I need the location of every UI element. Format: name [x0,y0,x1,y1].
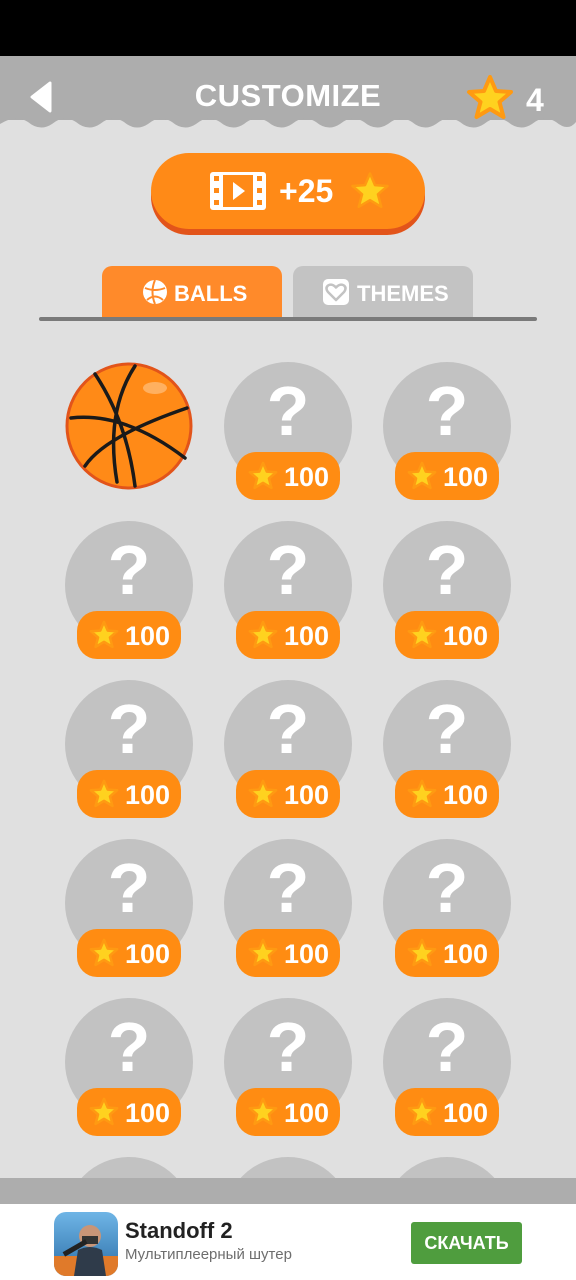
price-badge: 100 [395,611,499,659]
star-icon [248,461,278,490]
price-badge: 100 [77,611,181,659]
price-badge: 100 [77,770,181,818]
price-label: 100 [443,462,489,492]
price-label: 100 [443,939,489,969]
footer-bar [0,1178,576,1204]
star-icon [89,938,119,967]
star-icon [407,779,437,808]
question-mark-icon: ? [425,531,469,609]
star-icon [248,938,278,967]
ball-item-locked[interactable]: ? 100 [65,998,193,1136]
ball-item-locked[interactable]: ? 100 [224,998,352,1136]
ball-item-locked[interactable] [224,1157,352,1178]
question-mark-icon: ? [425,690,469,768]
star-icon [89,620,119,649]
star-icon [89,1097,119,1126]
locked-ball-circle [65,1157,193,1178]
locked-ball-circle [383,1157,511,1178]
question-mark-icon: ? [266,1008,310,1086]
ad-install-button[interactable]: СКАЧАТЬ [411,1222,522,1264]
question-mark-icon: ? [107,849,151,927]
star-icon [407,620,437,649]
ball-item-locked[interactable]: ? 100 [65,680,193,818]
price-label: 100 [443,1098,489,1128]
question-mark-icon: ? [107,531,151,609]
price-label: 100 [125,780,171,810]
question-mark-icon: ? [266,372,310,450]
ball-item-unlocked[interactable] [65,362,193,490]
ball-item-locked[interactable]: ? 100 [383,521,511,659]
price-badge: 100 [395,1088,499,1136]
ball-item-locked[interactable]: ? 100 [65,521,193,659]
price-badge: 100 [77,929,181,977]
price-label: 100 [443,621,489,651]
price-badge: 100 [236,1088,340,1136]
price-label: 100 [284,462,330,492]
star-icon [248,779,278,808]
question-mark-icon: ? [266,531,310,609]
ball-item-locked[interactable]: ? 100 [383,998,511,1136]
ball-item-locked[interactable]: ? 100 [224,839,352,977]
ball-item-locked[interactable]: ? 100 [224,521,352,659]
question-mark-icon: ? [425,1008,469,1086]
question-mark-icon: ? [266,849,310,927]
price-label: 100 [443,780,489,810]
question-mark-icon: ? [107,690,151,768]
ball-item-locked[interactable]: ? 100 [383,362,511,500]
ad-app-name: Standoff 2 [125,1218,233,1243]
question-mark-icon: ? [107,1008,151,1086]
price-badge: 100 [395,929,499,977]
ad-banner[interactable]: Standoff 2 Мультиплеерный шутер СКАЧАТЬ [0,1204,576,1280]
price-badge: 100 [395,452,499,500]
price-badge: 100 [236,611,340,659]
price-label: 100 [284,1098,330,1128]
ad-app-icon[interactable] [54,1212,118,1276]
price-badge: 100 [236,770,340,818]
ball-item-locked[interactable] [65,1157,193,1178]
star-icon [248,620,278,649]
star-icon [89,779,119,808]
ball-item-locked[interactable]: ? 100 [224,362,352,500]
question-mark-icon: ? [425,849,469,927]
price-label: 100 [125,621,171,651]
ball-item-locked[interactable]: ? 100 [383,680,511,818]
price-badge: 100 [77,1088,181,1136]
price-label: 100 [125,1098,171,1128]
star-icon [407,1097,437,1126]
ball-grid: ? 100 ? 100 ? 100 ? 100 ? 100 ? 100 ? 10… [0,0,576,1178]
star-icon [407,461,437,490]
star-icon [248,1097,278,1126]
star-icon [407,938,437,967]
question-mark-icon: ? [266,690,310,768]
question-mark-icon: ? [425,372,469,450]
ball-item-locked[interactable]: ? 100 [383,839,511,977]
price-label: 100 [284,621,330,651]
price-label: 100 [284,780,330,810]
price-label: 100 [125,939,171,969]
ball-item-locked[interactable]: ? 100 [65,839,193,977]
basketball-icon [65,362,193,490]
locked-ball-circle [224,1157,352,1178]
price-label: 100 [284,939,330,969]
price-badge: 100 [236,452,340,500]
ad-app-subtitle: Мультиплеерный шутер [125,1246,292,1263]
price-badge: 100 [236,929,340,977]
ball-item-locked[interactable]: ? 100 [224,680,352,818]
price-badge: 100 [395,770,499,818]
ball-item-locked[interactable] [383,1157,511,1178]
